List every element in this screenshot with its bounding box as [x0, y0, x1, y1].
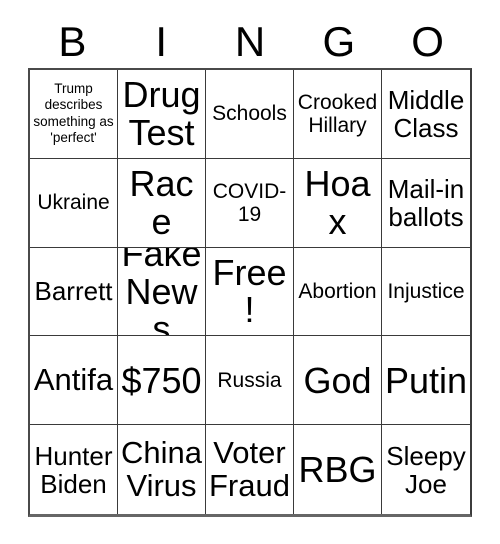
bingo-square[interactable]: Hunter Biden: [30, 425, 118, 514]
bingo-square-label: Barrett: [34, 276, 113, 307]
bingo-square[interactable]: Putin: [382, 336, 470, 426]
bingo-square-label: Trump describes something as 'perfect': [33, 80, 114, 146]
bingo-square-label: Drug Test: [122, 74, 201, 153]
header-letter-b: B: [58, 18, 87, 65]
bingo-square[interactable]: RBG: [294, 425, 382, 514]
bingo-square[interactable]: $750: [118, 336, 206, 426]
bingo-square[interactable]: Voter Fraud: [206, 425, 294, 514]
bingo-square[interactable]: Russia: [206, 336, 294, 426]
bingo-square[interactable]: Antifa: [30, 336, 118, 426]
bingo-square-label: Middle Class: [387, 84, 465, 143]
bingo-square[interactable]: Trump describes something as 'perfect': [30, 70, 118, 159]
bingo-square[interactable]: Hoax: [294, 158, 382, 248]
bingo-square-label: COVID-19: [212, 179, 287, 226]
bingo-square-label: Hunter Biden: [34, 440, 113, 499]
bingo-square-label: Voter Fraud: [209, 434, 290, 503]
bingo-square-label: Schools: [212, 102, 287, 126]
bingo-square[interactable]: Mail-in ballots: [382, 158, 470, 248]
header-letter-i: I: [155, 18, 168, 65]
bingo-square[interactable]: Race: [118, 158, 206, 248]
bingo-square-label: Fake News: [121, 247, 202, 337]
bingo-square[interactable]: Sleepy Joe: [382, 425, 470, 514]
bingo-square-label: Mail-in ballots: [387, 173, 465, 232]
bingo-square-label: RBG: [298, 448, 377, 490]
bingo-square-label: $750: [121, 359, 202, 401]
bingo-square[interactable]: Ukraine: [30, 158, 118, 248]
bingo-square[interactable]: God: [294, 336, 382, 426]
bingo-square[interactable]: Middle Class: [382, 70, 470, 159]
bingo-square[interactable]: Fake News: [118, 247, 206, 337]
bingo-card: B I N G O Trump describes something as '…: [0, 0, 500, 544]
bingo-square-label: China Virus: [121, 434, 202, 503]
bingo-square[interactable]: Barrett: [30, 247, 118, 337]
bingo-square-label: Injustice: [387, 279, 465, 303]
bingo-square[interactable]: Crooked Hillary: [294, 70, 382, 159]
bingo-header: B I N G O: [28, 16, 472, 68]
bingo-square[interactable]: China Virus: [118, 425, 206, 514]
header-letter-o: O: [411, 18, 444, 65]
bingo-square[interactable]: Drug Test: [118, 70, 206, 159]
bingo-square-label: Abortion: [298, 279, 377, 303]
bingo-square[interactable]: Abortion: [294, 247, 382, 337]
bingo-square[interactable]: Schools: [206, 70, 294, 159]
free-space-label: Free!: [212, 252, 287, 331]
bingo-square-label: Hoax: [304, 163, 371, 242]
bingo-free-space[interactable]: Free!: [206, 247, 294, 337]
header-letter-g: G: [322, 18, 356, 65]
bingo-square-label: Putin: [384, 359, 468, 401]
bingo-square[interactable]: Injustice: [382, 247, 470, 337]
bingo-square-label: Sleepy Joe: [386, 440, 466, 499]
bingo-square-label: Crooked Hillary: [297, 90, 378, 137]
header-letter-n: N: [234, 18, 266, 65]
bingo-square[interactable]: COVID-19: [206, 158, 294, 248]
bingo-grid: Trump describes something as 'perfect' Dr…: [28, 68, 472, 517]
bingo-square-label: Ukraine: [37, 191, 110, 215]
bingo-square-label: God: [303, 359, 372, 401]
bingo-square-label: Russia: [217, 368, 282, 392]
bingo-square-label: Antifa: [33, 361, 114, 397]
bingo-square-label: Race: [129, 163, 194, 242]
